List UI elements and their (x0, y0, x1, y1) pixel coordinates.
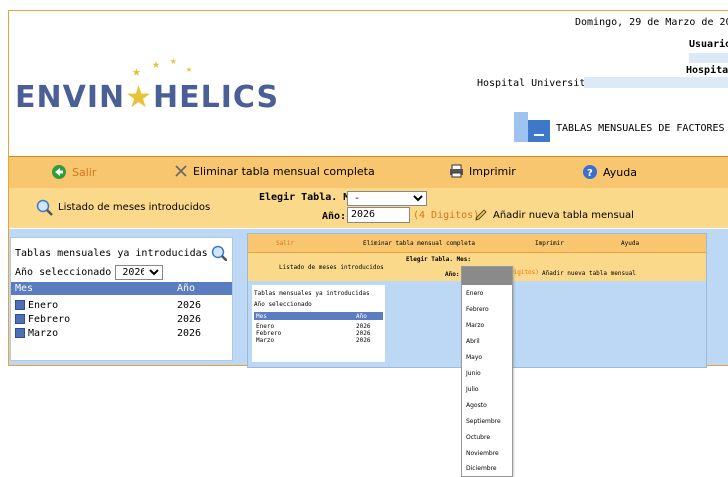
col-anio: Año (177, 283, 196, 294)
table-row[interactable]: Enero 2026 (11, 300, 232, 313)
anio-seleccionado-select[interactable]: 2026 (115, 265, 164, 280)
row-marker-icon (15, 328, 25, 338)
embedded-ayuda: Ayuda (621, 240, 640, 247)
svg-text:★: ★ (170, 54, 177, 67)
anio-input[interactable]: 2026 (347, 207, 410, 223)
embedded-eliminar: Eliminar tabla mensual completa (363, 240, 475, 247)
salir-button[interactable]: Salir (51, 164, 96, 180)
embedded-elegir: Elegir Tabla. Mes: (406, 256, 472, 263)
dropdown-highlight (462, 267, 512, 285)
ayuda-button[interactable]: ? Ayuda (582, 164, 637, 180)
dropdown-option-julio[interactable]: Julio (466, 386, 479, 393)
dropdown-option-agosto[interactable]: Agosto (466, 402, 487, 409)
magnifier-icon[interactable] (211, 245, 227, 261)
back-arrow-icon (52, 165, 66, 179)
printer-icon (450, 164, 463, 178)
help-icon: ? (583, 165, 597, 179)
row-marker-icon (15, 300, 25, 310)
imprimir-button[interactable]: Imprimir (449, 164, 516, 178)
dropdown-option-noviembre[interactable]: Noviembre (466, 450, 499, 457)
embedded-imprimir: Imprimir (535, 240, 564, 247)
embedded-digitos: Digitos) (510, 269, 539, 276)
tablas-panel: Tablas mensuales ya introducidas Año sel… (10, 237, 233, 361)
section-title: TABLAS MENSUALES DE FACTORES (556, 123, 725, 134)
dropdown-option-septiembre[interactable]: Septiembre (466, 418, 501, 425)
usuario-label: Usuario (689, 39, 728, 50)
dropdown-option-abril[interactable]: Abril (466, 338, 480, 345)
dropdown-option-marzo[interactable]: Marzo (466, 322, 484, 329)
star-icon: ★ (125, 80, 153, 115)
panel-title: Tablas mensuales ya introducidas (15, 247, 208, 259)
hospital-value-field (584, 77, 728, 88)
dropdown-option-enero[interactable]: Enero (466, 290, 483, 297)
hospital-label: Hospital (686, 65, 728, 76)
dropdown-option-mayo[interactable]: Mayo (466, 354, 482, 361)
stars-icon: ★ ★ ★ ★ (132, 54, 192, 80)
embedded-listado: Listado de meses introducidos (279, 264, 384, 271)
svg-text:★: ★ (186, 64, 192, 75)
embedded-anadir: Añadir nueva tabla mensual (542, 270, 636, 277)
svg-text:?: ? (587, 168, 593, 179)
envin-helics-logo: ENVIN★HELICS (15, 80, 280, 115)
mes-select[interactable]: - (347, 191, 427, 206)
row-marker-icon (15, 314, 25, 324)
magnifier-icon (36, 199, 53, 216)
table-row[interactable]: Marzo 2026 (11, 328, 232, 341)
anio-seleccionado-label: Año seleccionado (15, 267, 112, 278)
svg-text:★: ★ (152, 57, 160, 72)
digitos-hint: (4 Digitos) (413, 210, 480, 221)
anio-label: Año: (322, 211, 347, 222)
dropdown-option-febrero[interactable]: Febrero (466, 306, 489, 313)
close-icon (175, 165, 187, 177)
svg-text:★: ★ (132, 62, 141, 80)
usuario-value-field (689, 53, 728, 63)
table-row[interactable]: Febrero 2026 (11, 314, 232, 327)
header-date: Domingo, 29 de Marzo de 2026 (575, 17, 728, 28)
embedded-salir: Salir (276, 240, 295, 247)
dropdown-option-octubre[interactable]: Octubre (466, 434, 490, 441)
dropdown-option-junio[interactable]: Junio (466, 370, 481, 377)
col-mes: Mes (15, 283, 34, 294)
table-header: Mes Año (11, 282, 232, 295)
embedded-panel: Tablas mensuales ya introducidas Año sel… (252, 285, 385, 362)
eliminar-tabla-button[interactable]: Eliminar tabla mensual completa (174, 164, 375, 178)
dropdown-option-diciembre[interactable]: Diciembre (466, 465, 497, 472)
listado-meses-link[interactable]: Listado de meses introducidos (36, 199, 210, 216)
mes-dropdown-list: Enero Febrero Marzo Abril Mayo Junio Jul… (461, 266, 513, 477)
anadir-tabla-link[interactable]: Añadir nueva tabla mensual (474, 208, 634, 222)
pencil-icon (475, 209, 487, 221)
embedded-anio: Año: (445, 271, 460, 278)
tables-icon (514, 112, 550, 142)
